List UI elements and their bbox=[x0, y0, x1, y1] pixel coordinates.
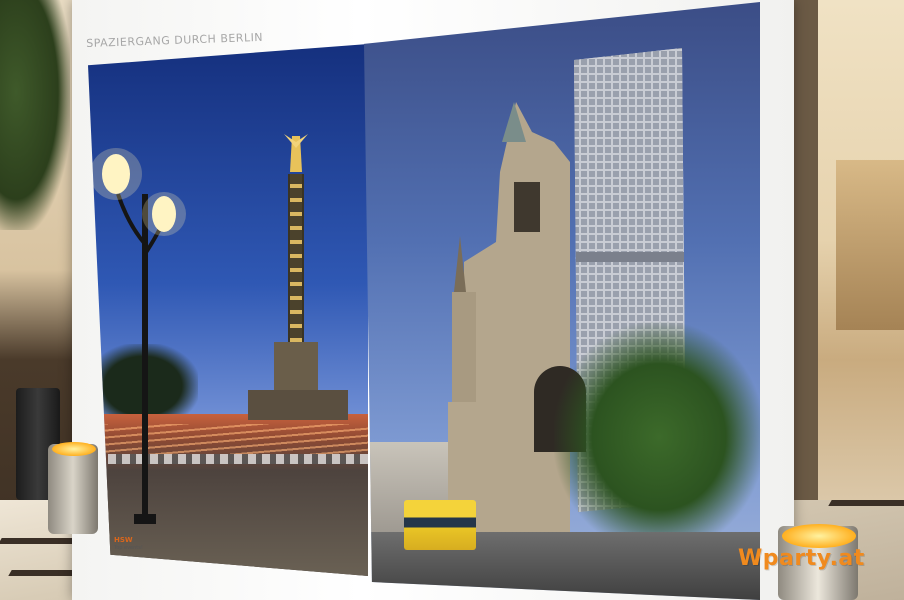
lamp-glow-right bbox=[782, 524, 856, 548]
photo-victory-column bbox=[88, 44, 368, 576]
lamp-arm-left bbox=[116, 193, 147, 246]
left-plant bbox=[0, 0, 70, 230]
church-window bbox=[514, 182, 540, 232]
lamp-glow-right bbox=[142, 192, 186, 236]
watermark: Wparty.at bbox=[738, 546, 865, 571]
column-stripes bbox=[290, 174, 302, 344]
sponsor-logo-text: HSW bbox=[114, 536, 133, 544]
lamp-glow-left bbox=[90, 148, 142, 200]
lamp-glow-left bbox=[52, 442, 96, 456]
victory-column-drawing bbox=[90, 134, 348, 524]
tower-band bbox=[576, 252, 684, 262]
side-tower bbox=[452, 292, 476, 402]
photo-memorial-church bbox=[364, 2, 760, 600]
watermark-text: party.at bbox=[762, 546, 865, 571]
lamp-post-base bbox=[134, 514, 156, 524]
watermark-logo-icon: W bbox=[738, 546, 763, 571]
right-doorway bbox=[836, 160, 904, 330]
sponsor-tagline: Top events! bbox=[114, 545, 143, 551]
column-base bbox=[274, 342, 318, 392]
floor-lamp-left bbox=[48, 444, 98, 534]
photo-tree bbox=[554, 322, 760, 552]
sponsor-logo: HSW Top events! bbox=[114, 536, 154, 552]
floor-stripe bbox=[828, 500, 904, 506]
yellow-bus bbox=[404, 500, 476, 550]
event-photo-scene: SPAZIERGANG DURCH BERLIN HSW Top events!… bbox=[0, 0, 904, 600]
column-plinth bbox=[248, 390, 348, 420]
